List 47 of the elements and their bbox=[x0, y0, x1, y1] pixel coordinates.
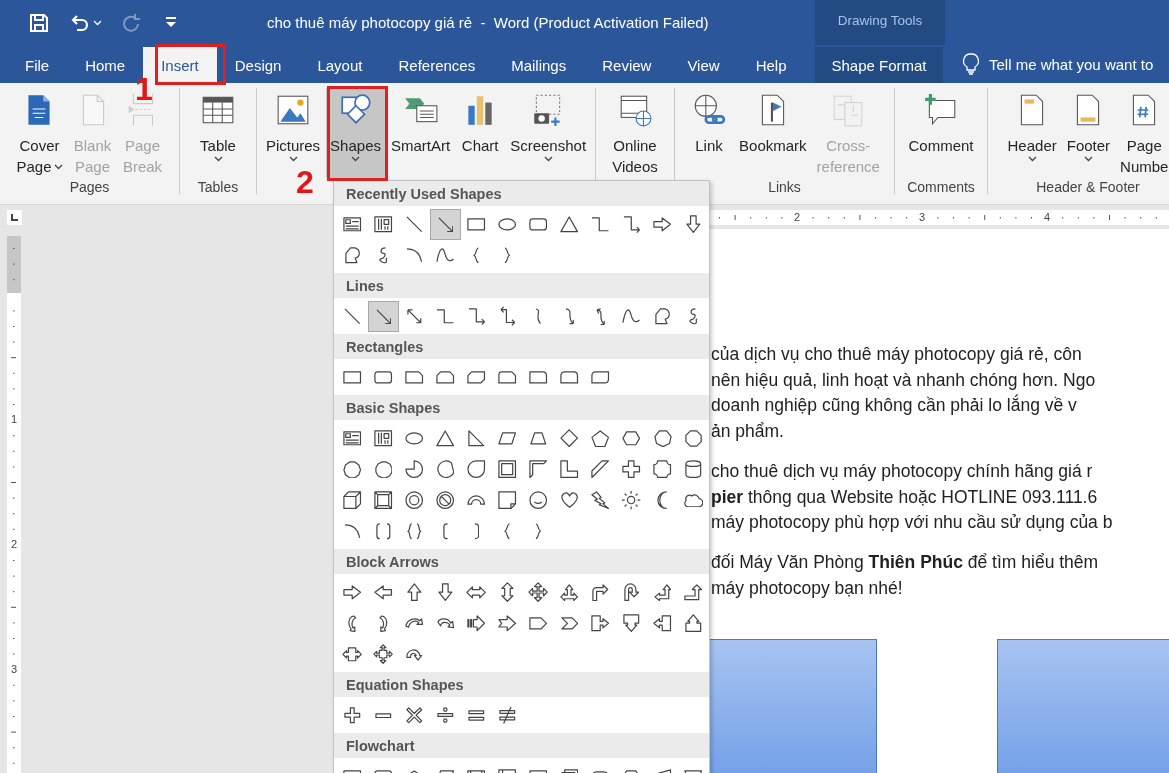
ribbon-tab[interactable]: Design bbox=[216, 47, 300, 83]
section-header: Rectangles bbox=[334, 334, 709, 359]
ribbon-tab[interactable]: Layout bbox=[299, 47, 381, 83]
group-label: Pages bbox=[69, 178, 110, 196]
ribbon-tab[interactable]: Shape Format bbox=[815, 47, 943, 83]
ribbon-button[interactable]: Screenshot bbox=[506, 88, 591, 178]
window-title: cho thuê máy photocopy giá rẻ - Word (Product Activation Failed) bbox=[267, 14, 710, 31]
group-label: Links bbox=[768, 178, 801, 196]
ribbon-tab[interactable]: View bbox=[669, 47, 738, 83]
group-label: Tables bbox=[197, 178, 239, 196]
ruler-number: 1 bbox=[11, 413, 18, 425]
ribbon-button[interactable]: SmartArt bbox=[387, 88, 455, 178]
ribbon-button[interactable]: Link bbox=[685, 88, 734, 178]
ribbon-button[interactable]: Cover Page bbox=[12, 88, 67, 178]
step-number: 2 bbox=[296, 166, 314, 198]
ribbon-tab[interactable]: Help bbox=[737, 47, 805, 83]
paragraph: đối Máy Văn Phòng Thiên Phúc để tìm hiểu thêm máy photocopy bạn nhé! bbox=[710, 550, 1100, 600]
ruler-number: 3 bbox=[919, 211, 926, 223]
ribbon-tab[interactable]: Mailings bbox=[493, 47, 585, 83]
ribbon-button[interactable]: Shapes bbox=[326, 88, 385, 178]
paragraph: cho thuê dịch vụ máy photocopy chính hãng giá r pier thông qua Website hoặc HOTLINE 093.111.6 máy photocopy phù hợp với nhu cầu sử dụng của b bbox=[710, 459, 1114, 535]
ribbon-button[interactable]: Online Videos bbox=[608, 88, 662, 178]
ribbon-button[interactable]: Table bbox=[194, 88, 242, 178]
section-header: Recently Used Shapes bbox=[334, 181, 709, 206]
ruler-number: 2 bbox=[794, 211, 801, 223]
ribbon-button[interactable]: Bookmark bbox=[735, 88, 811, 178]
section-header: Lines bbox=[334, 273, 709, 298]
section-header: Block Arrows bbox=[334, 549, 709, 574]
group-label: Comments bbox=[907, 178, 975, 196]
ruler-number: 3 bbox=[11, 663, 18, 675]
ribbon-button[interactable]: Comment bbox=[904, 88, 978, 178]
section-header: Flowchart bbox=[334, 733, 709, 758]
paragraph: của dịch vụ cho thuê máy photocopy giá rẻ, côn nên hiệu quả, linh hoạt và nhanh chóng hơn. Ngo doanh nghiệp cũng không cần phải lo lắng về v ản phẩm. bbox=[710, 343, 1097, 444]
ruler-number: 2 bbox=[11, 538, 18, 550]
context-header: Drawing Tools bbox=[815, 0, 945, 45]
ribbon-button[interactable]: Header bbox=[1003, 88, 1061, 178]
ribbon-button[interactable]: Footer bbox=[1062, 88, 1115, 178]
group-label: Header & Footer bbox=[1036, 178, 1140, 196]
ribbon-tab[interactable]: Review bbox=[584, 47, 670, 83]
ribbon-button[interactable]: Page Numbe bbox=[1116, 88, 1169, 178]
ruler-number: 4 bbox=[1044, 211, 1051, 223]
ribbon-tab[interactable]: File bbox=[7, 47, 68, 83]
section-header: Basic Shapes bbox=[334, 395, 709, 420]
ribbon-button[interactable]: Chart bbox=[456, 88, 505, 178]
search-field[interactable]: Tell me what you want to bbox=[989, 55, 1169, 73]
section-header: Equation Shapes bbox=[334, 672, 709, 697]
ribbon-tab[interactable]: References bbox=[380, 47, 494, 83]
